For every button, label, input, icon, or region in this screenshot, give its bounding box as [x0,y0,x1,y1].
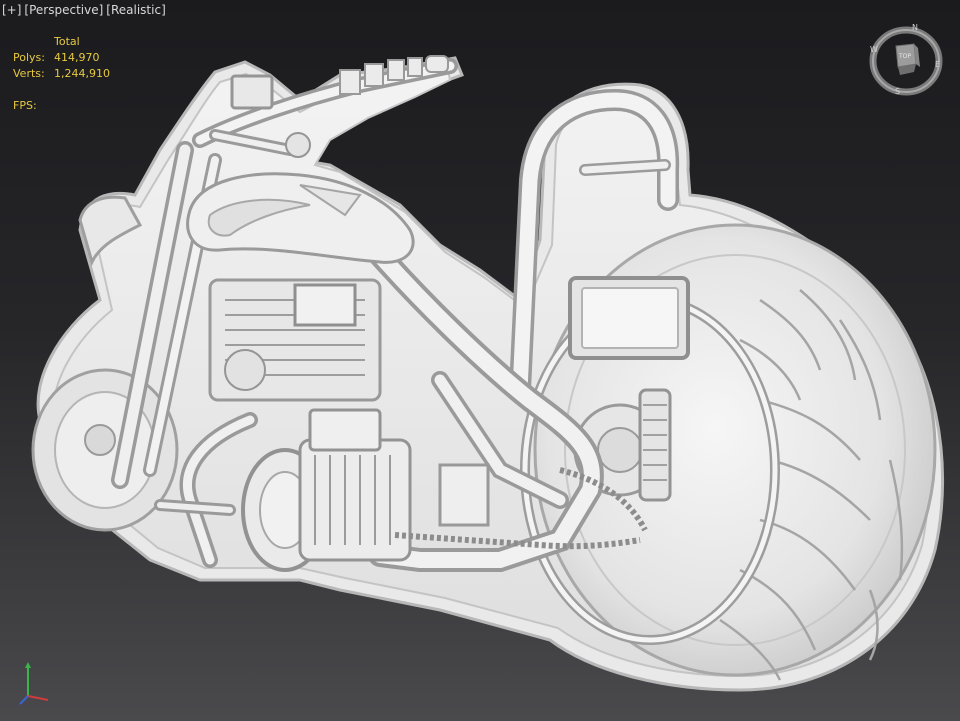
viewcube[interactable]: TOP N E S W [866,20,946,100]
viewport-label-bar: [+] [Perspective] [Realistic] [2,3,169,17]
3d-viewport[interactable]: [+] [Perspective] [Realistic] Total Polys:… [0,0,960,721]
fps-label: FPS: [13,99,37,112]
axis-tripod-icon [19,662,49,705]
rear-shock [638,388,672,502]
viewport-point-of-view-menu[interactable]: [Perspective] [24,3,103,17]
axis-z-line [19,695,29,705]
viewport-shading-menu[interactable]: [Realistic] [106,3,165,17]
scene-statistics: Total Polys: 414,970 Verts: 1,244,910 FPS: [13,34,110,114]
compass-south-label: S [895,87,900,96]
engine-block [208,278,382,402]
axis-x-line [27,695,49,701]
battery-box [438,463,490,527]
compass-north-label: N [912,23,918,32]
polys-label: Polys: [13,51,45,64]
stats-header: Total [54,35,80,48]
verts-label: Verts: [13,67,45,80]
verts-value: 1,244,910 [54,67,110,80]
compass-west-label: W [870,45,878,54]
license-plate [568,276,690,360]
viewcube-face-label: TOP [898,53,911,60]
polys-value: 414,970 [54,51,100,64]
compass-east-label: E [935,60,940,69]
viewport-general-menu[interactable]: [+] [2,3,21,17]
motorcycle-relief-model[interactable] [0,0,960,721]
fuel-tank [186,172,415,264]
